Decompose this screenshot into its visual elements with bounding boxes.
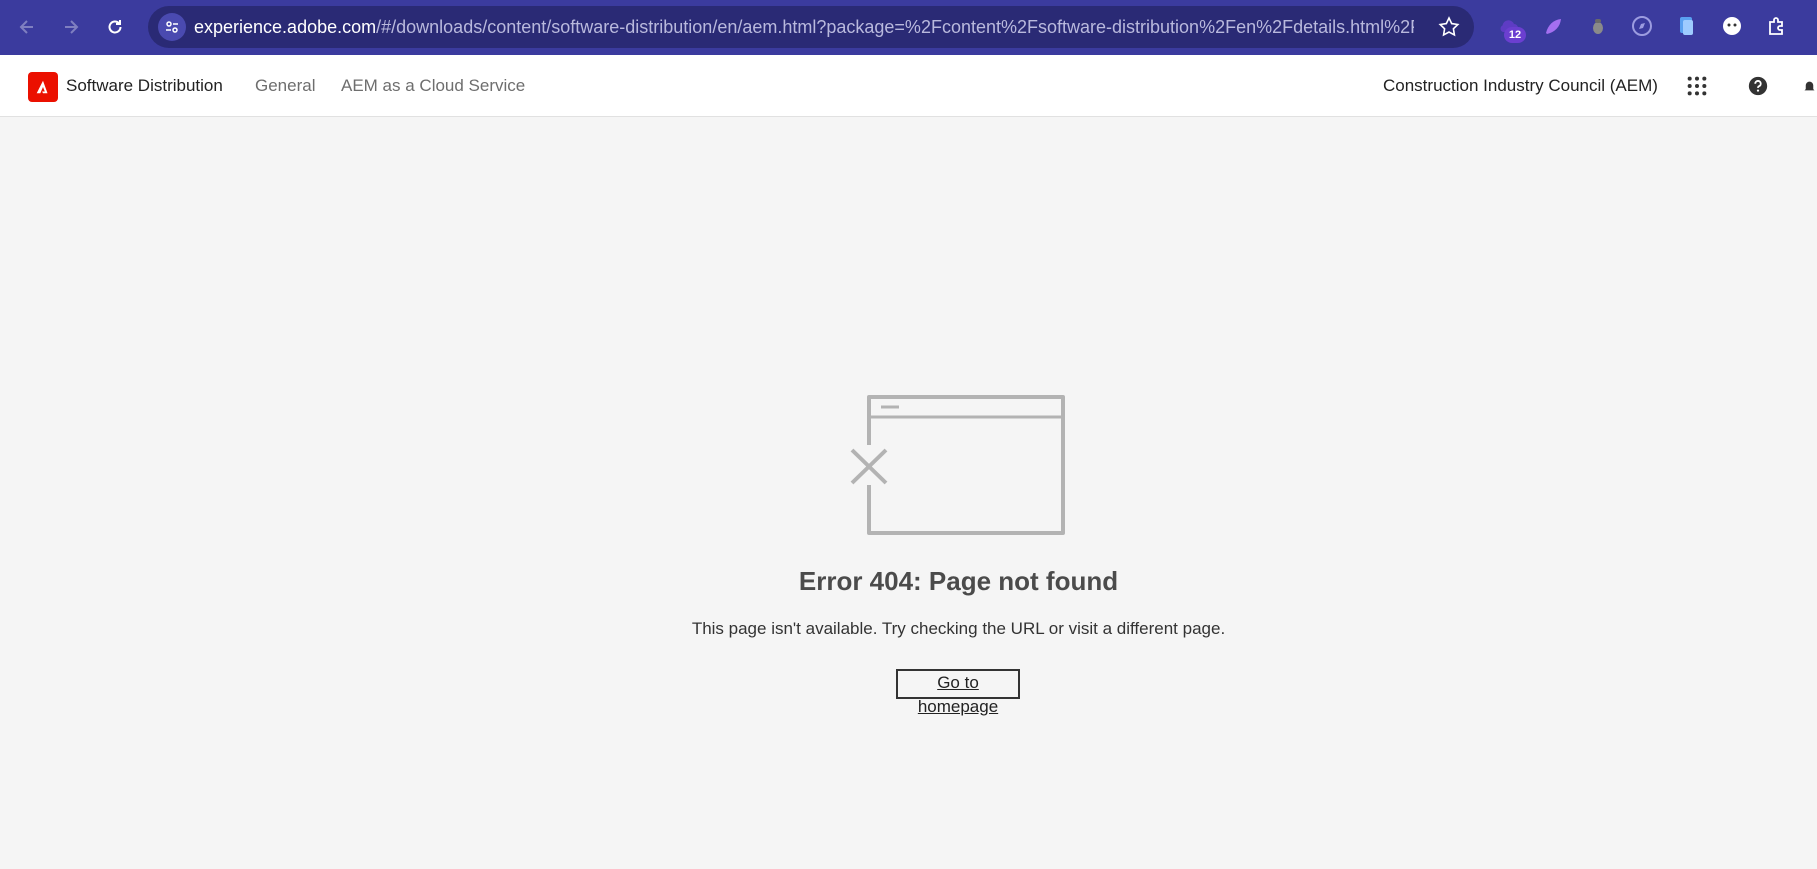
extension-feather-icon[interactable] [1541, 14, 1565, 38]
url-text[interactable]: experience.adobe.com/#/downloads/content… [194, 6, 1414, 48]
error-title: Error 404: Page not found [798, 566, 1119, 596]
broken-window-icon [850, 395, 1065, 535]
puzzle-icon[interactable] [1765, 14, 1789, 38]
back-arrow-icon [19, 20, 33, 34]
nav-link-general[interactable]: General [255, 55, 315, 117]
help-icon[interactable] [1746, 74, 1770, 98]
apps-grid-icon[interactable] [1685, 74, 1709, 98]
back-button[interactable] [12, 12, 42, 42]
extension-compass-icon[interactable] [1630, 14, 1654, 38]
adobe-logo-icon[interactable] [28, 72, 58, 102]
reload-button[interactable] [100, 12, 130, 42]
extension-document-icon[interactable] [1675, 14, 1699, 38]
forward-arrow-icon [65, 20, 79, 34]
extension-face-icon[interactable] [1720, 14, 1744, 38]
bookmark-star-icon[interactable] [1438, 16, 1460, 38]
browser-toolbar: experience.adobe.com/#/downloads/content… [0, 0, 1817, 55]
reload-icon [108, 20, 122, 34]
notifications-bell-icon[interactable] [1802, 74, 1817, 98]
org-switcher[interactable]: Construction Industry Council (AEM) [1383, 55, 1658, 117]
nav-link-aem-cloud-service[interactable]: AEM as a Cloud Service [341, 55, 525, 117]
error-description: This page isn't available. Try checking … [691, 619, 1226, 638]
url-host: experience.adobe.com [194, 17, 377, 37]
app-title[interactable]: Software Distribution [66, 55, 223, 117]
site-settings-icon[interactable] [158, 13, 186, 41]
url-path: /#/downloads/content/software-distributi… [376, 17, 1414, 37]
go-to-homepage-button[interactable]: Go to homepage [896, 669, 1020, 716]
forward-button[interactable] [56, 12, 86, 42]
extension-badge: 12 [1504, 27, 1526, 43]
extension-acorn-icon[interactable] [1586, 14, 1610, 38]
app-header: Software Distribution General AEM as a C… [0, 55, 1817, 117]
address-bar[interactable]: experience.adobe.com/#/downloads/content… [148, 6, 1474, 48]
